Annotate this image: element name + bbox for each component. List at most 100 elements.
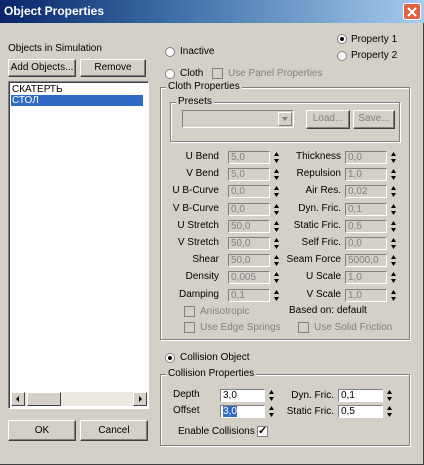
anisotropic-checkbox[interactable] <box>184 306 195 317</box>
spinner-down-icon <box>274 262 279 267</box>
right-param-spinner[interactable] <box>390 271 397 284</box>
left-param-spinner[interactable] <box>273 289 280 302</box>
right-param-field[interactable]: 1,0 <box>345 168 387 182</box>
property1-radio[interactable] <box>337 34 347 44</box>
spinner-up-icon <box>391 220 396 225</box>
right-param-label: Air Res. <box>305 185 341 197</box>
right-param-spinner[interactable] <box>390 220 397 233</box>
list-item[interactable]: СТОЛ <box>11 95 143 106</box>
right-param-spinner[interactable] <box>390 168 397 181</box>
scroll-right-button[interactable] <box>133 392 147 406</box>
right-param-field[interactable]: 0,0 <box>345 237 387 250</box>
presets-title: Presets <box>176 96 214 107</box>
objects-list[interactable]: СКАТЕРТЬ СТОЛ <box>8 81 149 409</box>
spinner-down-icon <box>274 176 279 181</box>
right-param-label: Dyn. Fric. <box>298 202 341 214</box>
presets-dropdown[interactable] <box>182 110 294 128</box>
left-param-field[interactable]: 5,0 <box>228 151 270 164</box>
right-param-spinner[interactable] <box>390 237 397 250</box>
right-param-spinner[interactable] <box>390 185 397 198</box>
spinner-up-icon <box>274 238 279 242</box>
right-param-spinner[interactable] <box>390 254 397 267</box>
horizontal-scrollbar[interactable] <box>11 392 147 406</box>
right-param-field[interactable]: 0,1 <box>345 202 387 216</box>
right-param-label: U Scale <box>305 271 341 283</box>
collision-dyn-fric-field[interactable]: 0,1 <box>338 389 383 402</box>
spinner-down-icon <box>391 227 396 232</box>
left-param-field[interactable]: 0,0 <box>228 185 270 199</box>
right-param-field[interactable]: 0,5 <box>345 219 387 233</box>
collision-static-fric-field[interactable]: 0,5 <box>338 405 383 418</box>
spinner-up-icon <box>391 289 396 294</box>
left-param-field[interactable]: 0,005 <box>228 271 270 285</box>
add-objects-button[interactable]: Add Objects... <box>8 59 76 77</box>
collision-static-fric-spinner[interactable] <box>386 405 393 418</box>
enable-collisions-label: Enable Collisions <box>178 426 255 437</box>
spinner-up-icon <box>274 272 279 277</box>
left-param-spinner[interactable] <box>273 151 280 164</box>
collision-dyn-fric-spinner[interactable] <box>386 389 393 402</box>
spinner-up-icon <box>391 169 396 174</box>
left-param-spinner[interactable] <box>273 220 280 233</box>
right-param-spinner[interactable] <box>390 289 397 302</box>
property2-label: Property 2 <box>351 50 398 61</box>
spinner-up-icon <box>391 238 396 242</box>
left-param-field[interactable]: 50,0 <box>228 219 270 233</box>
depth-field[interactable]: 3,0 <box>220 389 265 402</box>
spinner-down-icon <box>274 245 279 249</box>
cloth-properties-title: Cloth Properties <box>166 81 242 92</box>
enable-collisions-checkbox[interactable] <box>257 424 268 437</box>
cloth-radio[interactable] <box>165 69 175 79</box>
spinner-down-icon <box>391 279 396 284</box>
property2-radio[interactable] <box>337 51 347 61</box>
spinner-down-icon <box>391 296 396 301</box>
left-param-field[interactable]: 50,0 <box>228 254 270 268</box>
collision-object-radio[interactable] <box>165 353 175 363</box>
left-param-label: Damping <box>178 288 219 300</box>
ok-button[interactable]: OK <box>8 420 76 441</box>
left-param-spinner[interactable] <box>273 271 280 284</box>
right-param-field[interactable]: 1,0 <box>345 271 387 285</box>
remove-button[interactable]: Remove <box>80 59 146 77</box>
use-panel-properties-checkbox[interactable] <box>212 68 223 79</box>
right-param-spinner[interactable] <box>390 203 397 216</box>
title-bar[interactable]: Object Properties <box>0 0 424 23</box>
dropdown-button[interactable] <box>278 112 292 126</box>
right-param-label: Seam Force <box>286 254 341 266</box>
close-button[interactable] <box>403 3 421 20</box>
spinner-up-icon <box>274 255 279 260</box>
offset-spinner[interactable] <box>268 405 275 418</box>
depth-spinner[interactable] <box>268 389 275 402</box>
use-solid-friction-label: Use Solid Friction <box>314 322 393 333</box>
cloth-label: Cloth <box>180 68 204 79</box>
use-edge-springs-checkbox[interactable] <box>184 322 195 333</box>
left-param-field[interactable]: 50,0 <box>228 237 270 250</box>
left-param-field[interactable]: 5,0 <box>228 168 270 182</box>
right-param-field[interactable]: 0,02 <box>345 185 387 199</box>
save-button[interactable]: Save... <box>353 110 395 129</box>
spinner-down-icon <box>391 193 396 198</box>
right-param-label: Self Fric. <box>301 237 341 248</box>
right-param-field[interactable]: 0,0 <box>345 151 387 164</box>
scroll-thumb[interactable] <box>27 392 61 406</box>
left-param-spinner[interactable] <box>273 203 280 216</box>
left-param-field[interactable]: 0,1 <box>228 288 270 302</box>
left-param-spinner[interactable] <box>273 185 280 198</box>
spinner-down-icon <box>391 159 396 163</box>
close-icon <box>407 7 417 17</box>
right-param-field[interactable]: 5000,0 <box>345 254 387 268</box>
offset-field[interactable]: 3,0 <box>220 405 265 418</box>
list-item[interactable]: СКАТЕРТЬ <box>11 84 63 95</box>
load-button[interactable]: Load... <box>306 110 350 129</box>
left-param-spinner[interactable] <box>273 168 280 181</box>
left-param-spinner[interactable] <box>273 237 280 250</box>
use-solid-friction-checkbox[interactable] <box>298 322 309 333</box>
collision-object-label: Collision Object <box>180 352 250 363</box>
scroll-left-button[interactable] <box>11 392 25 406</box>
cancel-button[interactable]: Cancel <box>80 420 148 441</box>
right-param-spinner[interactable] <box>390 151 397 164</box>
inactive-radio[interactable] <box>165 47 175 57</box>
left-param-spinner[interactable] <box>273 254 280 267</box>
left-param-field[interactable]: 0,0 <box>228 202 270 216</box>
right-param-field[interactable]: 1,0 <box>345 288 387 302</box>
